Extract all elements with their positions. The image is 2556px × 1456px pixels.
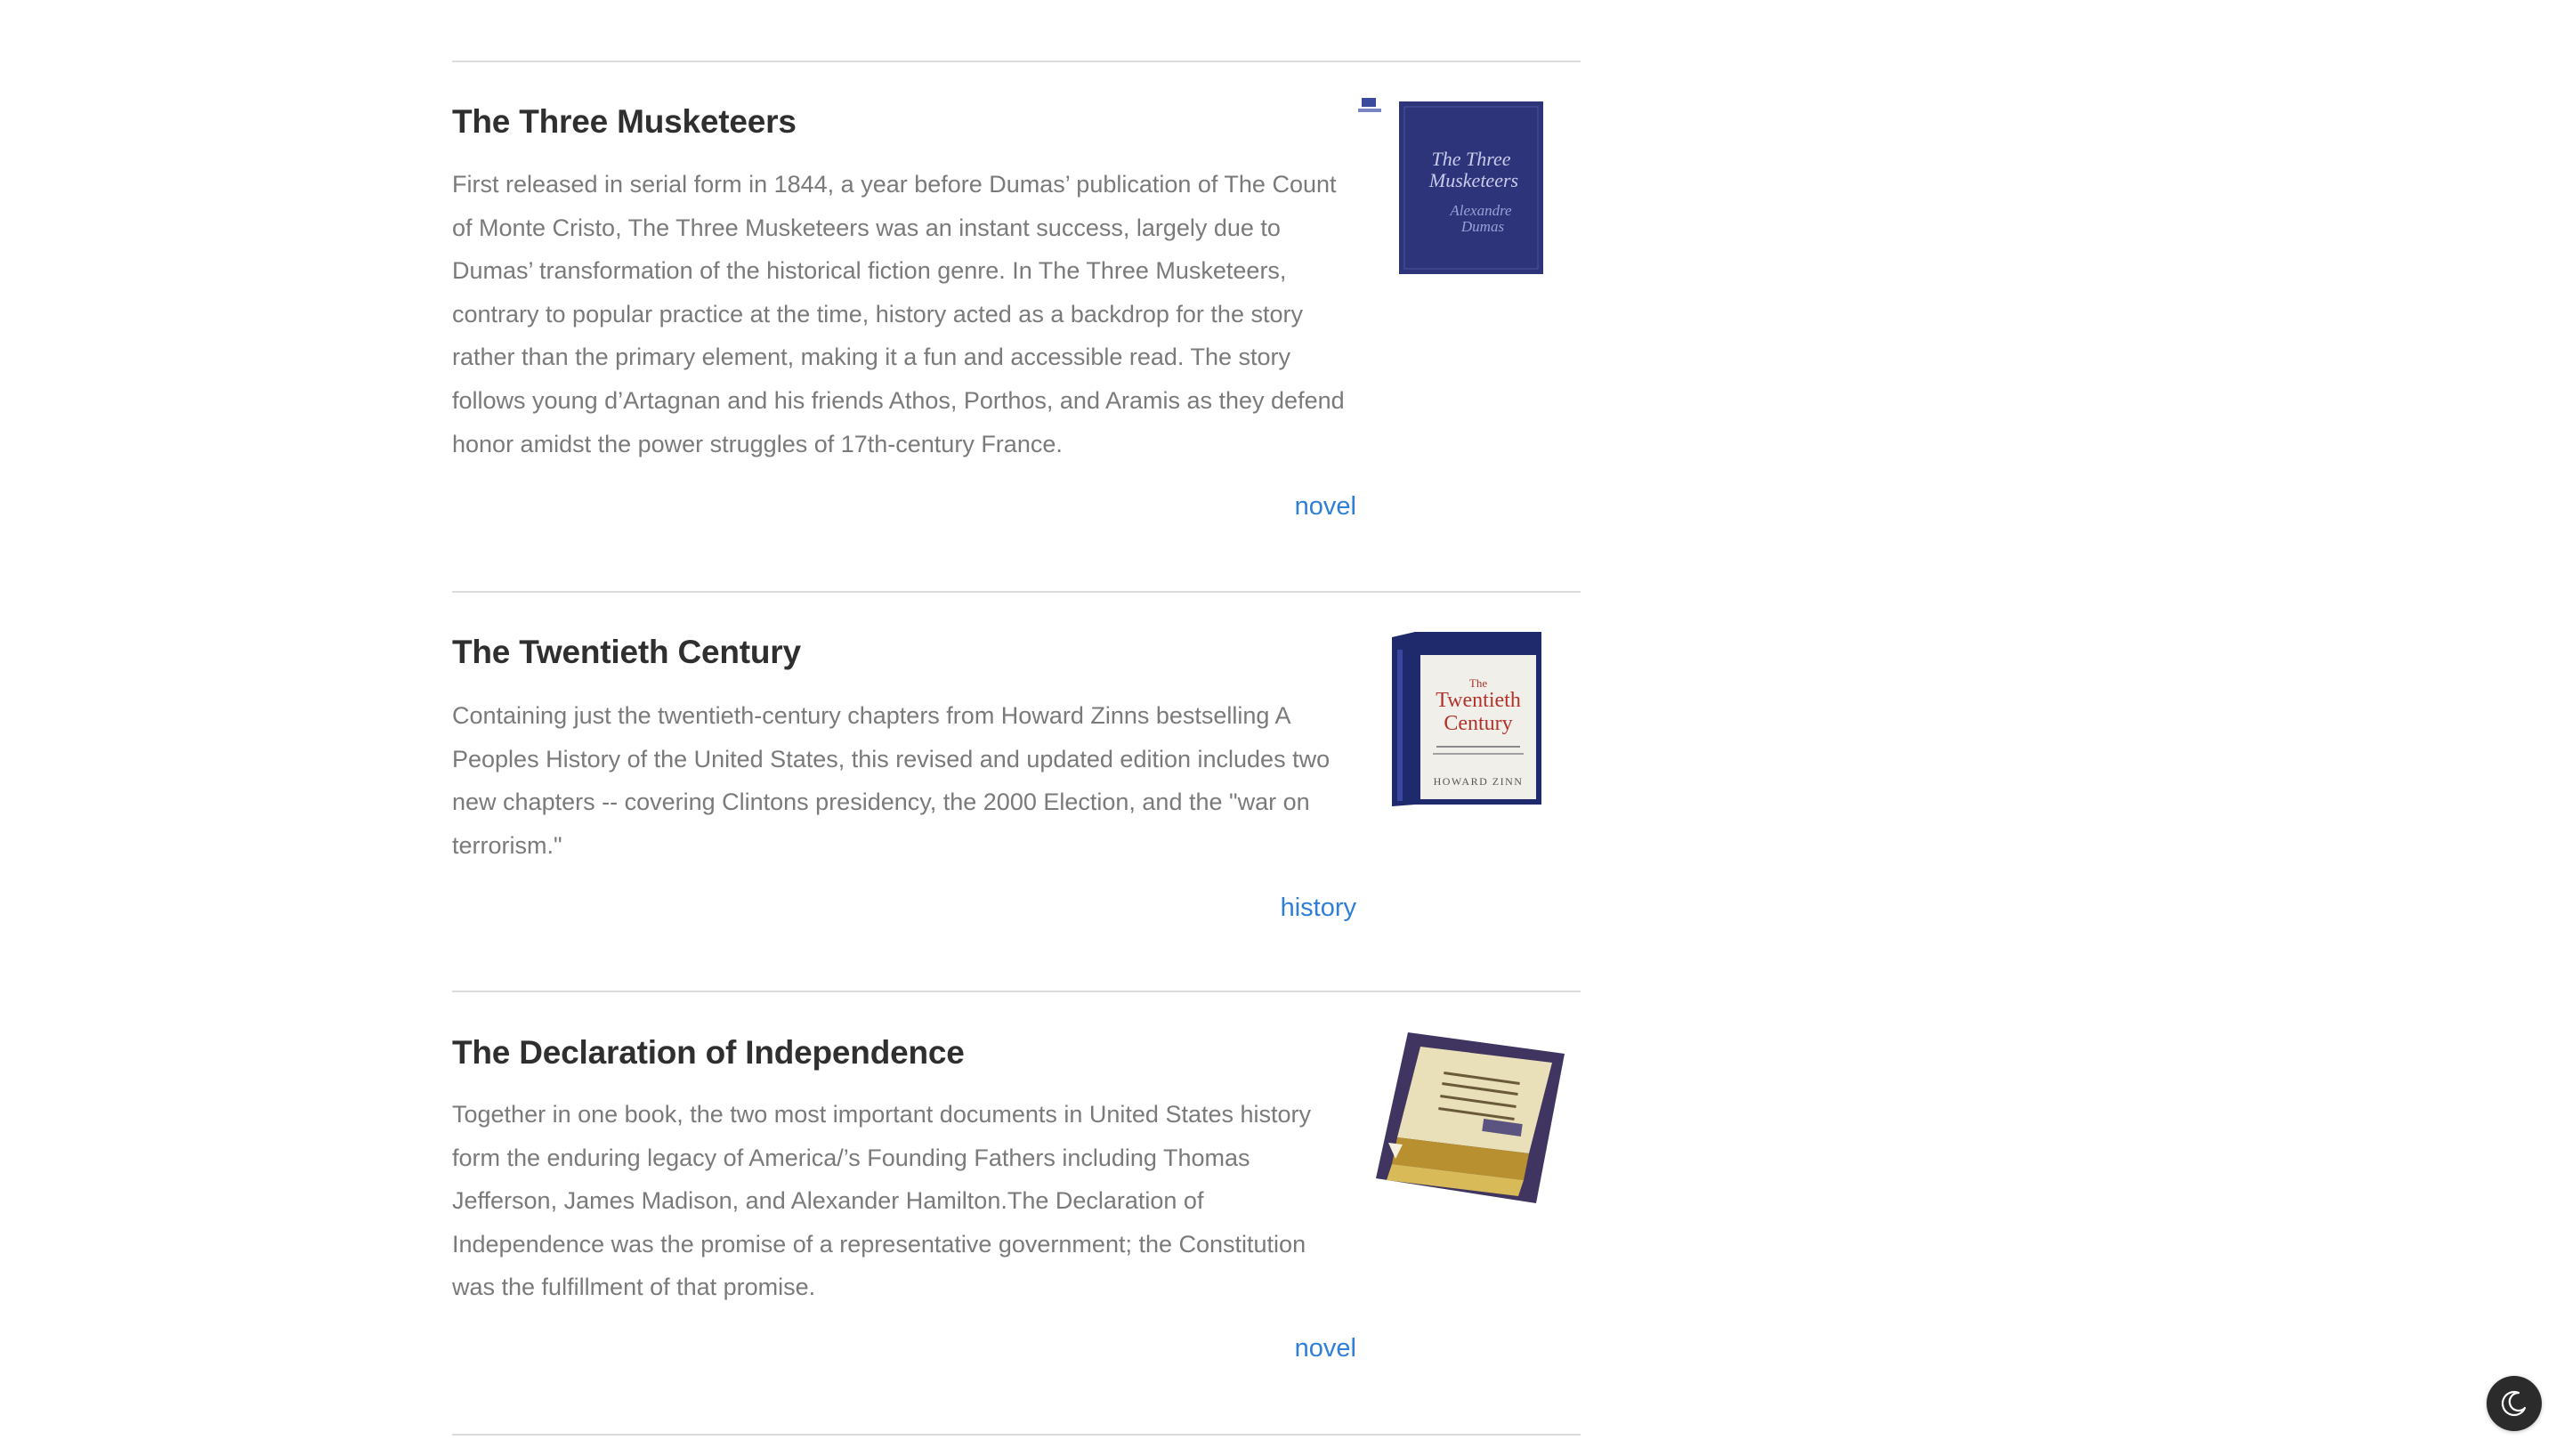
svg-text:Dumas: Dumas: [1460, 218, 1505, 235]
svg-text:Century: Century: [1444, 712, 1512, 735]
tag-link[interactable]: history: [1281, 894, 1356, 923]
article-title[interactable]: The Declaration of Independence: [452, 1034, 965, 1072]
publisher-logo-icon: [1358, 98, 1381, 112]
divider: [452, 1434, 1581, 1436]
svg-text:The Three: The Three: [1431, 148, 1510, 170]
article-title[interactable]: The Three Musketeers: [452, 103, 797, 141]
dark-mode-toggle-button[interactable]: [2487, 1376, 2542, 1431]
svg-text:The: The: [1469, 676, 1487, 690]
article-description: Containing just the twentieth-century ch…: [452, 702, 1331, 859]
book-cover-image[interactable]: [1367, 1029, 1568, 1207]
divider: [452, 591, 1581, 593]
svg-text:HOWARD ZINN: HOWARD ZINN: [1434, 775, 1524, 788]
book-cover-image[interactable]: The Twentieth Century HOWARD ZINN: [1392, 632, 1545, 806]
svg-text:Musketeers: Musketeers: [1428, 169, 1518, 191]
divider: [452, 61, 1581, 62]
moon-icon: [2501, 1390, 2527, 1417]
tag-link[interactable]: novel: [1295, 492, 1356, 522]
article-title[interactable]: The Twentieth Century: [452, 634, 801, 671]
article-description: First released in serial form in 1844, a…: [452, 171, 1345, 457]
divider: [452, 991, 1581, 992]
book-cover-image[interactable]: The Three Musketeers Alexandre Dumas: [1349, 93, 1545, 276]
svg-text:Alexandre: Alexandre: [1449, 202, 1512, 219]
tag-link[interactable]: novel: [1295, 1334, 1356, 1363]
svg-text:Twentieth: Twentieth: [1436, 689, 1521, 712]
article-description: Together in one book, the two most impor…: [452, 1101, 1312, 1301]
